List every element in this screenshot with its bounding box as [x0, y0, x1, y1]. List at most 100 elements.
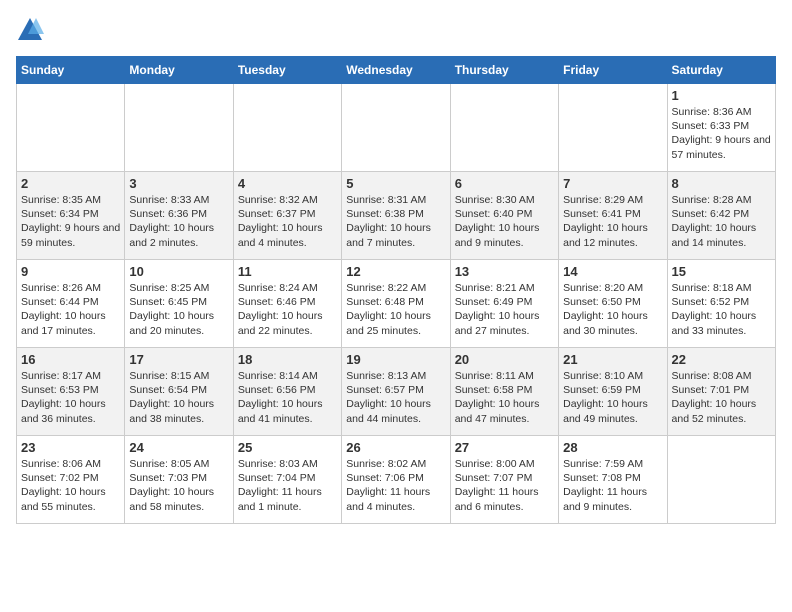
- calendar-cell: [559, 84, 667, 172]
- calendar-cell: [125, 84, 233, 172]
- day-info: Sunrise: 8:22 AM Sunset: 6:48 PM Dayligh…: [346, 281, 445, 338]
- day-info: Sunrise: 8:15 AM Sunset: 6:54 PM Dayligh…: [129, 369, 228, 426]
- day-number: 27: [455, 440, 554, 455]
- day-number: 20: [455, 352, 554, 367]
- day-info: Sunrise: 8:18 AM Sunset: 6:52 PM Dayligh…: [672, 281, 771, 338]
- calendar-week-row: 1Sunrise: 8:36 AM Sunset: 6:33 PM Daylig…: [17, 84, 776, 172]
- day-number: 7: [563, 176, 662, 191]
- calendar-cell: 4 Sunrise: 8:32 AM Sunset: 6:37 PM Daylig…: [233, 172, 341, 260]
- calendar-cell: 3Sunrise: 8:33 AM Sunset: 6:36 PM Daylig…: [125, 172, 233, 260]
- day-number: 18: [238, 352, 337, 367]
- weekday-header: Tuesday: [233, 57, 341, 84]
- calendar-cell: 27 Sunrise: 8:00 AM Sunset: 7:07 PM Dayli…: [450, 436, 558, 524]
- calendar-cell: 2 Sunrise: 8:35 AM Sunset: 6:34 PM Daylig…: [17, 172, 125, 260]
- calendar-cell: 21Sunrise: 8:10 AM Sunset: 6:59 PM Dayli…: [559, 348, 667, 436]
- day-info: Sunrise: 8:05 AM Sunset: 7:03 PM Dayligh…: [129, 457, 228, 514]
- day-number: 24: [129, 440, 228, 455]
- calendar-cell: 10 Sunrise: 8:25 AM Sunset: 6:45 PM Dayli…: [125, 260, 233, 348]
- calendar-week-row: 2 Sunrise: 8:35 AM Sunset: 6:34 PM Daylig…: [17, 172, 776, 260]
- weekday-header: Thursday: [450, 57, 558, 84]
- calendar-week-row: 16 Sunrise: 8:17 AM Sunset: 6:53 PM Dayli…: [17, 348, 776, 436]
- calendar-cell: 5 Sunrise: 8:31 AM Sunset: 6:38 PM Daylig…: [342, 172, 450, 260]
- weekday-header: Friday: [559, 57, 667, 84]
- day-number: 2: [21, 176, 120, 191]
- day-number: 12: [346, 264, 445, 279]
- calendar-cell: 28 Sunrise: 7:59 AM Sunset: 7:08 PM Dayli…: [559, 436, 667, 524]
- logo-icon: [16, 16, 44, 44]
- calendar-cell: 14 Sunrise: 8:20 AM Sunset: 6:50 PM Dayli…: [559, 260, 667, 348]
- calendar-table: SundayMondayTuesdayWednesdayThursdayFrid…: [16, 56, 776, 524]
- calendar-cell: 19 Sunrise: 8:13 AM Sunset: 6:57 PM Dayli…: [342, 348, 450, 436]
- calendar-week-row: 9 Sunrise: 8:26 AM Sunset: 6:44 PM Daylig…: [17, 260, 776, 348]
- calendar-cell: 15 Sunrise: 8:18 AM Sunset: 6:52 PM Dayli…: [667, 260, 775, 348]
- day-info: Sunrise: 8:32 AM Sunset: 6:37 PM Dayligh…: [238, 193, 337, 250]
- day-info: Sunrise: 8:26 AM Sunset: 6:44 PM Dayligh…: [21, 281, 120, 338]
- day-number: 26: [346, 440, 445, 455]
- day-number: 10: [129, 264, 228, 279]
- day-number: 19: [346, 352, 445, 367]
- day-number: 15: [672, 264, 771, 279]
- calendar-week-row: 23 Sunrise: 8:06 AM Sunset: 7:02 PM Dayli…: [17, 436, 776, 524]
- day-info: Sunrise: 8:25 AM Sunset: 6:45 PM Dayligh…: [129, 281, 228, 338]
- day-number: 11: [238, 264, 337, 279]
- day-number: 23: [21, 440, 120, 455]
- calendar-cell: 25 Sunrise: 8:03 AM Sunset: 7:04 PM Dayli…: [233, 436, 341, 524]
- day-info: Sunrise: 8:24 AM Sunset: 6:46 PM Dayligh…: [238, 281, 337, 338]
- day-number: 28: [563, 440, 662, 455]
- day-info: Sunrise: 8:28 AM Sunset: 6:42 PM Dayligh…: [672, 193, 771, 250]
- calendar-cell: 6 Sunrise: 8:30 AM Sunset: 6:40 PM Daylig…: [450, 172, 558, 260]
- day-number: 14: [563, 264, 662, 279]
- calendar-cell: 26 Sunrise: 8:02 AM Sunset: 7:06 PM Dayli…: [342, 436, 450, 524]
- logo: [16, 16, 48, 44]
- day-info: Sunrise: 7:59 AM Sunset: 7:08 PM Dayligh…: [563, 457, 662, 514]
- day-info: Sunrise: 8:30 AM Sunset: 6:40 PM Dayligh…: [455, 193, 554, 250]
- day-number: 4: [238, 176, 337, 191]
- day-info: Sunrise: 8:31 AM Sunset: 6:38 PM Dayligh…: [346, 193, 445, 250]
- day-info: Sunrise: 8:06 AM Sunset: 7:02 PM Dayligh…: [21, 457, 120, 514]
- day-info: Sunrise: 8:35 AM Sunset: 6:34 PM Dayligh…: [21, 193, 120, 250]
- day-number: 6: [455, 176, 554, 191]
- day-number: 17: [129, 352, 228, 367]
- weekday-header: Wednesday: [342, 57, 450, 84]
- day-info: Sunrise: 8:29 AM Sunset: 6:41 PM Dayligh…: [563, 193, 662, 250]
- day-number: 9: [21, 264, 120, 279]
- calendar-cell: 17 Sunrise: 8:15 AM Sunset: 6:54 PM Dayli…: [125, 348, 233, 436]
- page-header: [16, 16, 776, 44]
- day-number: 8: [672, 176, 771, 191]
- calendar-cell: [667, 436, 775, 524]
- day-number: 13: [455, 264, 554, 279]
- day-info: Sunrise: 8:02 AM Sunset: 7:06 PM Dayligh…: [346, 457, 445, 514]
- calendar-cell: 11 Sunrise: 8:24 AM Sunset: 6:46 PM Dayli…: [233, 260, 341, 348]
- calendar-cell: 7 Sunrise: 8:29 AM Sunset: 6:41 PM Daylig…: [559, 172, 667, 260]
- day-info: Sunrise: 8:36 AM Sunset: 6:33 PM Dayligh…: [672, 105, 771, 162]
- day-number: 25: [238, 440, 337, 455]
- day-info: Sunrise: 8:20 AM Sunset: 6:50 PM Dayligh…: [563, 281, 662, 338]
- day-number: 22: [672, 352, 771, 367]
- calendar-cell: 24 Sunrise: 8:05 AM Sunset: 7:03 PM Dayli…: [125, 436, 233, 524]
- calendar-cell: 9 Sunrise: 8:26 AM Sunset: 6:44 PM Daylig…: [17, 260, 125, 348]
- day-info: Sunrise: 8:11 AM Sunset: 6:58 PM Dayligh…: [455, 369, 554, 426]
- calendar-cell: 18 Sunrise: 8:14 AM Sunset: 6:56 PM Dayli…: [233, 348, 341, 436]
- day-info: Sunrise: 8:13 AM Sunset: 6:57 PM Dayligh…: [346, 369, 445, 426]
- day-number: 5: [346, 176, 445, 191]
- day-info: Sunrise: 8:14 AM Sunset: 6:56 PM Dayligh…: [238, 369, 337, 426]
- calendar-cell: 1Sunrise: 8:36 AM Sunset: 6:33 PM Daylig…: [667, 84, 775, 172]
- day-info: Sunrise: 8:00 AM Sunset: 7:07 PM Dayligh…: [455, 457, 554, 514]
- day-info: Sunrise: 8:08 AM Sunset: 7:01 PM Dayligh…: [672, 369, 771, 426]
- day-info: Sunrise: 8:33 AM Sunset: 6:36 PM Dayligh…: [129, 193, 228, 250]
- day-info: Sunrise: 8:10 AM Sunset: 6:59 PM Dayligh…: [563, 369, 662, 426]
- day-info: Sunrise: 8:03 AM Sunset: 7:04 PM Dayligh…: [238, 457, 337, 514]
- day-info: Sunrise: 8:21 AM Sunset: 6:49 PM Dayligh…: [455, 281, 554, 338]
- day-info: Sunrise: 8:17 AM Sunset: 6:53 PM Dayligh…: [21, 369, 120, 426]
- calendar-cell: [17, 84, 125, 172]
- calendar-cell: 23 Sunrise: 8:06 AM Sunset: 7:02 PM Dayli…: [17, 436, 125, 524]
- day-number: 16: [21, 352, 120, 367]
- calendar-cell: 8 Sunrise: 8:28 AM Sunset: 6:42 PM Daylig…: [667, 172, 775, 260]
- weekday-header: Saturday: [667, 57, 775, 84]
- calendar-cell: [233, 84, 341, 172]
- calendar-cell: [450, 84, 558, 172]
- calendar-cell: 13 Sunrise: 8:21 AM Sunset: 6:49 PM Dayli…: [450, 260, 558, 348]
- calendar-cell: 12 Sunrise: 8:22 AM Sunset: 6:48 PM Dayli…: [342, 260, 450, 348]
- weekday-header: Sunday: [17, 57, 125, 84]
- calendar-cell: 16 Sunrise: 8:17 AM Sunset: 6:53 PM Dayli…: [17, 348, 125, 436]
